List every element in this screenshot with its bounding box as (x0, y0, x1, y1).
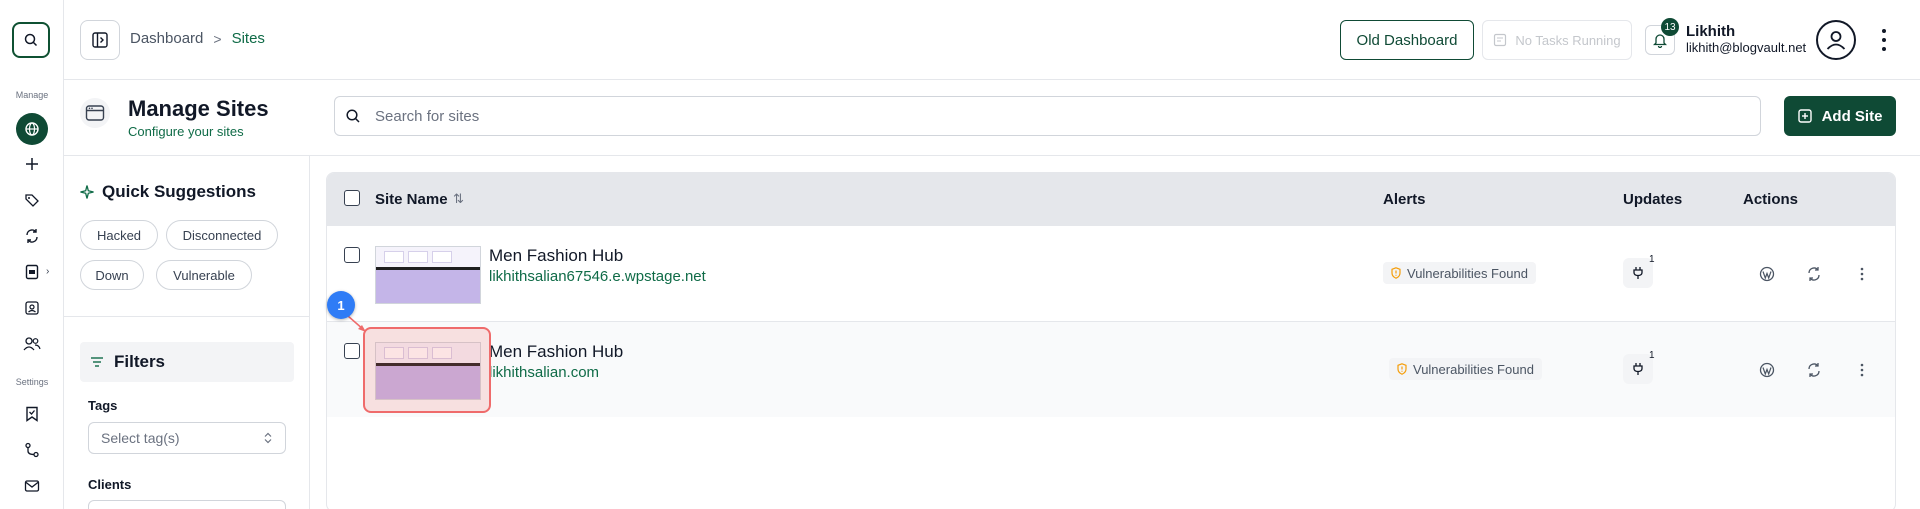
sparkle-icon (80, 185, 94, 199)
chip-down[interactable]: Down (80, 260, 144, 290)
updates-count: 1 (1649, 350, 1655, 361)
user-icon (1826, 31, 1846, 50)
alert-badge[interactable]: Vulnerabilities Found (1389, 358, 1542, 380)
chip-vulnerable[interactable]: Vulnerable (156, 260, 252, 290)
wordpress-icon[interactable] (1753, 260, 1781, 288)
column-actions: Actions (1743, 191, 1799, 208)
bookmark-icon[interactable] (16, 400, 48, 428)
column-site-name[interactable]: Site Name (375, 191, 448, 208)
tags-icon[interactable] (16, 186, 48, 214)
old-dashboard-button[interactable]: Old Dashboard (1340, 20, 1474, 60)
alert-badge[interactable]: Vulnerabilities Found (1383, 262, 1536, 284)
rail-manage-label: Manage (15, 90, 49, 100)
more-menu-icon[interactable] (1876, 26, 1892, 54)
tasks-icon (1494, 33, 1507, 47)
search-icon (346, 109, 360, 123)
sync-icon[interactable] (1800, 260, 1828, 288)
row-checkbox[interactable] (344, 247, 360, 263)
contacts-icon[interactable] (16, 294, 48, 322)
page-subtitle: Configure your sites (128, 124, 244, 139)
table-header: Site Name ⇅ Alerts Updates Actions (327, 173, 1895, 225)
search-icon[interactable] (12, 22, 50, 58)
column-alerts: Alerts (1383, 191, 1426, 208)
breadcrumb: Dashboard > Sites (130, 30, 265, 47)
clients-label: Clients (88, 477, 132, 492)
tasks-label: No Tasks Running (1515, 32, 1621, 48)
panel-divider (64, 316, 310, 317)
site-url[interactable]: likhithsalian.com (489, 364, 599, 381)
browser-window-icon (80, 98, 110, 128)
breadcrumb-separator: > (213, 30, 222, 47)
table-row[interactable]: Men Fashion Hub likhithsalian67546.e.wps… (327, 225, 1895, 321)
report-icon[interactable] (16, 258, 48, 286)
page-header: Manage Sites Configure your sites Add Si… (64, 80, 1920, 156)
rail-settings-label: Settings (15, 377, 49, 387)
shield-warning-icon (1397, 363, 1407, 375)
annotation-marker: 1 (327, 291, 355, 319)
chip-disconnected[interactable]: Disconnected (166, 220, 278, 250)
tags-select[interactable]: Select tag(s) (88, 422, 286, 454)
top-header: Dashboard > Sites Old Dashboard No Tasks… (64, 0, 1920, 80)
users-icon[interactable] (16, 330, 48, 358)
page-title: Manage Sites (128, 96, 269, 121)
add-square-icon (1797, 109, 1812, 123)
breadcrumb-dashboard[interactable]: Dashboard (130, 30, 203, 47)
sidebar-toggle-icon (92, 32, 108, 48)
add-site-label: Add Site (1821, 107, 1883, 125)
table-row[interactable]: Men Fashion Hub likhithsalian.com Vulner… (327, 321, 1895, 417)
quick-suggestions-title: Quick Suggestions (80, 182, 256, 202)
more-actions-icon[interactable] (1848, 260, 1876, 288)
left-rail: Manage › Settings (0, 0, 64, 509)
updates-count: 1 (1649, 254, 1655, 265)
column-updates: Updates (1623, 191, 1683, 208)
sort-icon[interactable]: ⇅ (453, 191, 464, 207)
filter-icon (91, 357, 103, 367)
globe-icon[interactable] (16, 113, 48, 145)
site-name[interactable]: Men Fashion Hub (489, 342, 623, 362)
sync-icon[interactable] (16, 222, 48, 250)
filters-title: Filters (114, 352, 166, 371)
search-box[interactable] (334, 96, 1761, 136)
row-checkbox[interactable] (344, 343, 360, 359)
clients-select[interactable] (88, 500, 286, 509)
sidebar-toggle-button[interactable] (80, 20, 120, 60)
select-all-checkbox[interactable] (344, 190, 360, 206)
plugin-icon (1633, 363, 1643, 375)
breadcrumb-sites: Sites (231, 30, 265, 47)
quick-suggestions-label: Quick Suggestions (102, 182, 256, 201)
notification-count-badge: 13 (1661, 18, 1679, 36)
workflow-icon[interactable] (16, 436, 48, 464)
chevron-right-icon[interactable]: › (46, 266, 49, 277)
alert-text: Vulnerabilities Found (1407, 265, 1528, 281)
plus-icon[interactable] (16, 150, 48, 178)
sites-table: Site Name ⇅ Alerts Updates Actions Men F… (326, 172, 1896, 509)
avatar[interactable] (1816, 20, 1856, 60)
plugin-icon (1633, 267, 1643, 279)
tags-select-placeholder: Select tag(s) (101, 430, 180, 446)
annotation-highlight (363, 327, 491, 413)
user-name: Likhith (1686, 23, 1736, 40)
sync-icon[interactable] (1800, 356, 1828, 384)
search-input[interactable] (375, 107, 1675, 125)
more-actions-icon[interactable] (1848, 356, 1876, 384)
shield-warning-icon (1391, 267, 1401, 279)
mail-icon[interactable] (16, 472, 48, 500)
tasks-status-button[interactable]: No Tasks Running (1482, 20, 1632, 60)
alert-text: Vulnerabilities Found (1413, 361, 1534, 377)
wordpress-icon[interactable] (1753, 356, 1781, 384)
filter-panel: Quick Suggestions Hacked Disconnected Do… (64, 156, 310, 509)
chevron-updown-icon (264, 432, 272, 444)
user-email: likhith@blogvault.net (1686, 40, 1807, 55)
chip-hacked[interactable]: Hacked (80, 220, 158, 250)
filters-header[interactable]: Filters (80, 342, 294, 382)
site-thumbnail[interactable] (375, 246, 481, 304)
site-name[interactable]: Men Fashion Hub (489, 246, 623, 266)
site-url[interactable]: likhithsalian67546.e.wpstage.net (489, 268, 706, 285)
tags-label: Tags (88, 398, 118, 413)
add-site-button[interactable]: Add Site (1784, 96, 1896, 136)
